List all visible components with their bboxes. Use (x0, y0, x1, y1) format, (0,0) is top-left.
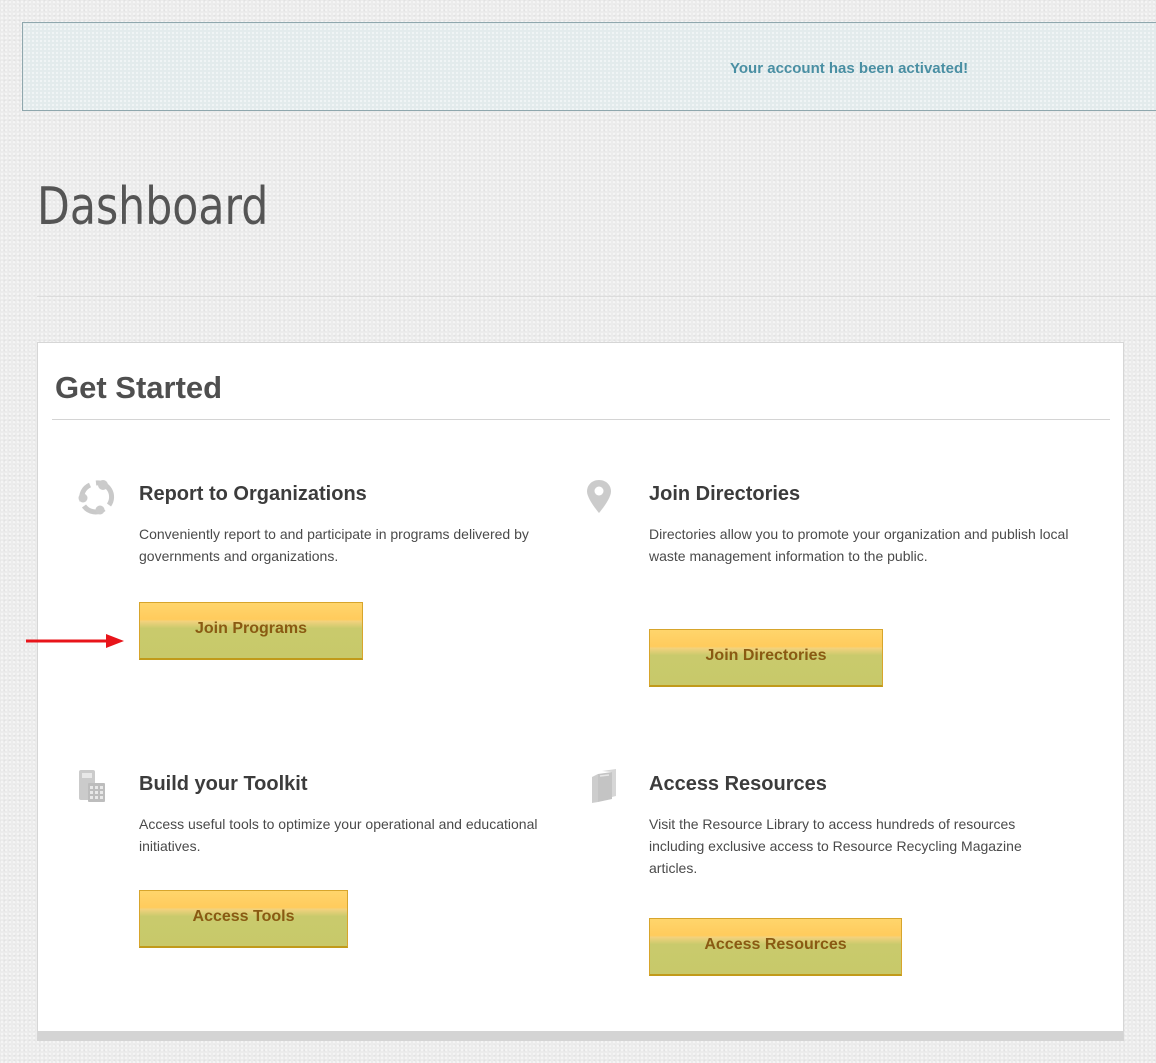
access-resources-button[interactable]: Access Resources (649, 918, 902, 976)
get-started-divider (52, 419, 1110, 420)
title-divider (37, 296, 1156, 297)
alert-message: Your account has been activated! (730, 60, 969, 77)
join-directories-label: Join Directories (705, 646, 827, 664)
join-programs-button[interactable]: Join Programs (139, 602, 363, 660)
join-programs-label: Join Programs (194, 619, 308, 637)
report-to-organizations-description: Conveniently report to and participate i… (139, 526, 529, 564)
books-icon (592, 769, 616, 803)
build-your-toolkit-title: Build your Toolkit (139, 773, 308, 795)
access-resources-label: Access Resources (704, 935, 847, 953)
join-directories-description: Directories allow you to promote your or… (649, 526, 1069, 564)
get-started-heading: Get Started (55, 370, 223, 405)
access-tools-button[interactable]: Access Tools (139, 890, 348, 948)
get-started-panel: Get Started Report to Organizations Conv… (37, 342, 1124, 1041)
build-your-toolkit-description: Access useful tools to optimize your ope… (139, 816, 538, 854)
map-pin-icon (587, 480, 611, 513)
join-directories-title: Join Directories (649, 483, 801, 505)
access-tools-label: Access Tools (192, 907, 295, 925)
red-arrow-icon (26, 634, 124, 648)
activation-alert: Your account has been activated! (22, 22, 1156, 111)
report-to-organizations-title: Report to Organizations (139, 483, 367, 505)
join-directories-button[interactable]: Join Directories (649, 629, 883, 687)
access-resources-description: Visit the Resource Library to access hun… (649, 816, 1022, 876)
page-title: Dashboard (37, 177, 269, 237)
access-resources-title: Access Resources (649, 773, 827, 795)
calculator-icon (79, 770, 105, 802)
network-circle-icon (78, 480, 115, 515)
